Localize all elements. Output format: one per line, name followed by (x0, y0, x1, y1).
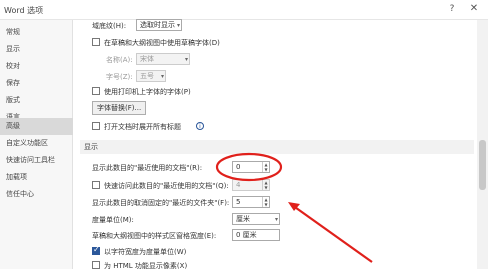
options-sidebar: 常规 显示 校对 保存 版式 语言 高级 自定义功能区 快速访问工具栏 加载项 … (0, 20, 73, 269)
chevron-down-icon: ▾ (274, 216, 278, 223)
draft-font-checkbox[interactable] (92, 38, 100, 46)
units-value: 厘米 (236, 215, 250, 223)
close-button[interactable]: ✕ (466, 2, 482, 16)
sidebar-item-quick-access-toolbar[interactable]: 快速访问工具栏 (0, 152, 73, 169)
expand-headings-checkbox[interactable] (92, 122, 100, 130)
char-width-label: 以字符宽度为度量单位(W) (104, 248, 187, 256)
sidebar-item-advanced[interactable]: 高级 (0, 118, 73, 135)
spinner-arrows-icon[interactable]: ▲ ▼ (262, 180, 269, 190)
units-select[interactable]: 厘米 ▾ (232, 213, 280, 225)
quick-access-label: 快速访问此数目的"最近使用的文档"(Q): (104, 182, 229, 190)
chevron-down-icon: ▾ (160, 73, 164, 80)
units-label: 度量单位(M): (92, 216, 134, 224)
style-area-input[interactable]: 0 厘米 (232, 229, 280, 241)
recent-folders-label: 显示此数目的取消固定的"最近的文件夹"(F): (92, 199, 230, 207)
printer-fonts-checkbox[interactable] (92, 87, 100, 95)
help-button[interactable]: ? (444, 2, 460, 16)
quick-access-value: 4 (236, 181, 241, 189)
font-size-label: 字号(Z): (106, 73, 133, 81)
chevron-down-icon: ▾ (176, 22, 180, 29)
spinner-arrows-icon[interactable]: ▲ ▼ (262, 197, 269, 207)
expand-headings-label: 打开文档时展开所有标题 (104, 123, 181, 131)
font-size-value: 五号 (140, 72, 154, 80)
char-width-checkbox[interactable] (92, 245, 100, 255)
sidebar-item-proofing[interactable]: 校对 (0, 58, 73, 75)
spinner-arrows-icon[interactable]: ▲ ▼ (262, 162, 269, 172)
sidebar-item-addins[interactable]: 加载项 (0, 169, 73, 186)
sidebar-item-trust-center[interactable]: 信任中心 (0, 186, 73, 203)
quick-access-spinner[interactable]: 4 ▲ ▼ (232, 179, 270, 191)
window-title: Word 选项 (4, 6, 44, 15)
printer-fonts-label: 使用打印机上字体的字体(P) (104, 88, 191, 96)
font-name-label: 名称(A): (106, 56, 133, 64)
quick-access-checkbox[interactable] (92, 181, 100, 189)
recent-docs-value: 0 (236, 163, 241, 171)
field-shading-select[interactable]: 选取时显示 ▾ (136, 19, 182, 31)
html-pixels-checkbox[interactable] (92, 261, 100, 269)
sidebar-item-layout[interactable]: 版式 (0, 92, 73, 109)
sidebar-item-general[interactable]: 常规 (0, 24, 73, 41)
font-name-select[interactable]: 宋体 ▾ (136, 53, 190, 65)
display-section-header: 显示 (80, 140, 474, 154)
recent-folders-value: 5 (236, 198, 241, 206)
style-area-value: 0 厘米 (236, 231, 257, 239)
chevron-down-icon: ▾ (184, 56, 188, 63)
sidebar-item-customize-ribbon[interactable]: 自定义功能区 (0, 135, 73, 152)
font-size-select[interactable]: 五号 ▾ (136, 70, 166, 82)
font-name-value: 宋体 (140, 55, 154, 63)
vertical-scrollbar[interactable] (477, 20, 488, 269)
recent-docs-label: 显示此数目的"最近使用的文档"(R): (92, 164, 203, 172)
info-icon: i (196, 122, 204, 130)
recent-docs-spinner[interactable]: 0 ▲ ▼ (232, 161, 270, 173)
field-shading-label: 域底纹(H): (92, 22, 127, 30)
style-area-label: 草稿和大纲视图中的样式区窗格宽度(E): (92, 232, 217, 240)
title-bar: Word 选项 ? ✕ (0, 0, 488, 20)
draft-font-label: 在草稿和大纲视图中使用草稿字体(D) (104, 39, 220, 47)
recent-folders-spinner[interactable]: 5 ▲ ▼ (232, 196, 270, 208)
field-shading-value: 选取时显示 (140, 21, 175, 29)
html-pixels-label: 为 HTML 功能显示像素(X) (104, 262, 188, 269)
sidebar-item-save[interactable]: 保存 (0, 75, 73, 92)
font-substitution-button[interactable]: 字体替换(F)... (92, 101, 147, 115)
sidebar-item-display[interactable]: 显示 (0, 41, 73, 58)
scrollbar-thumb[interactable] (479, 140, 486, 190)
